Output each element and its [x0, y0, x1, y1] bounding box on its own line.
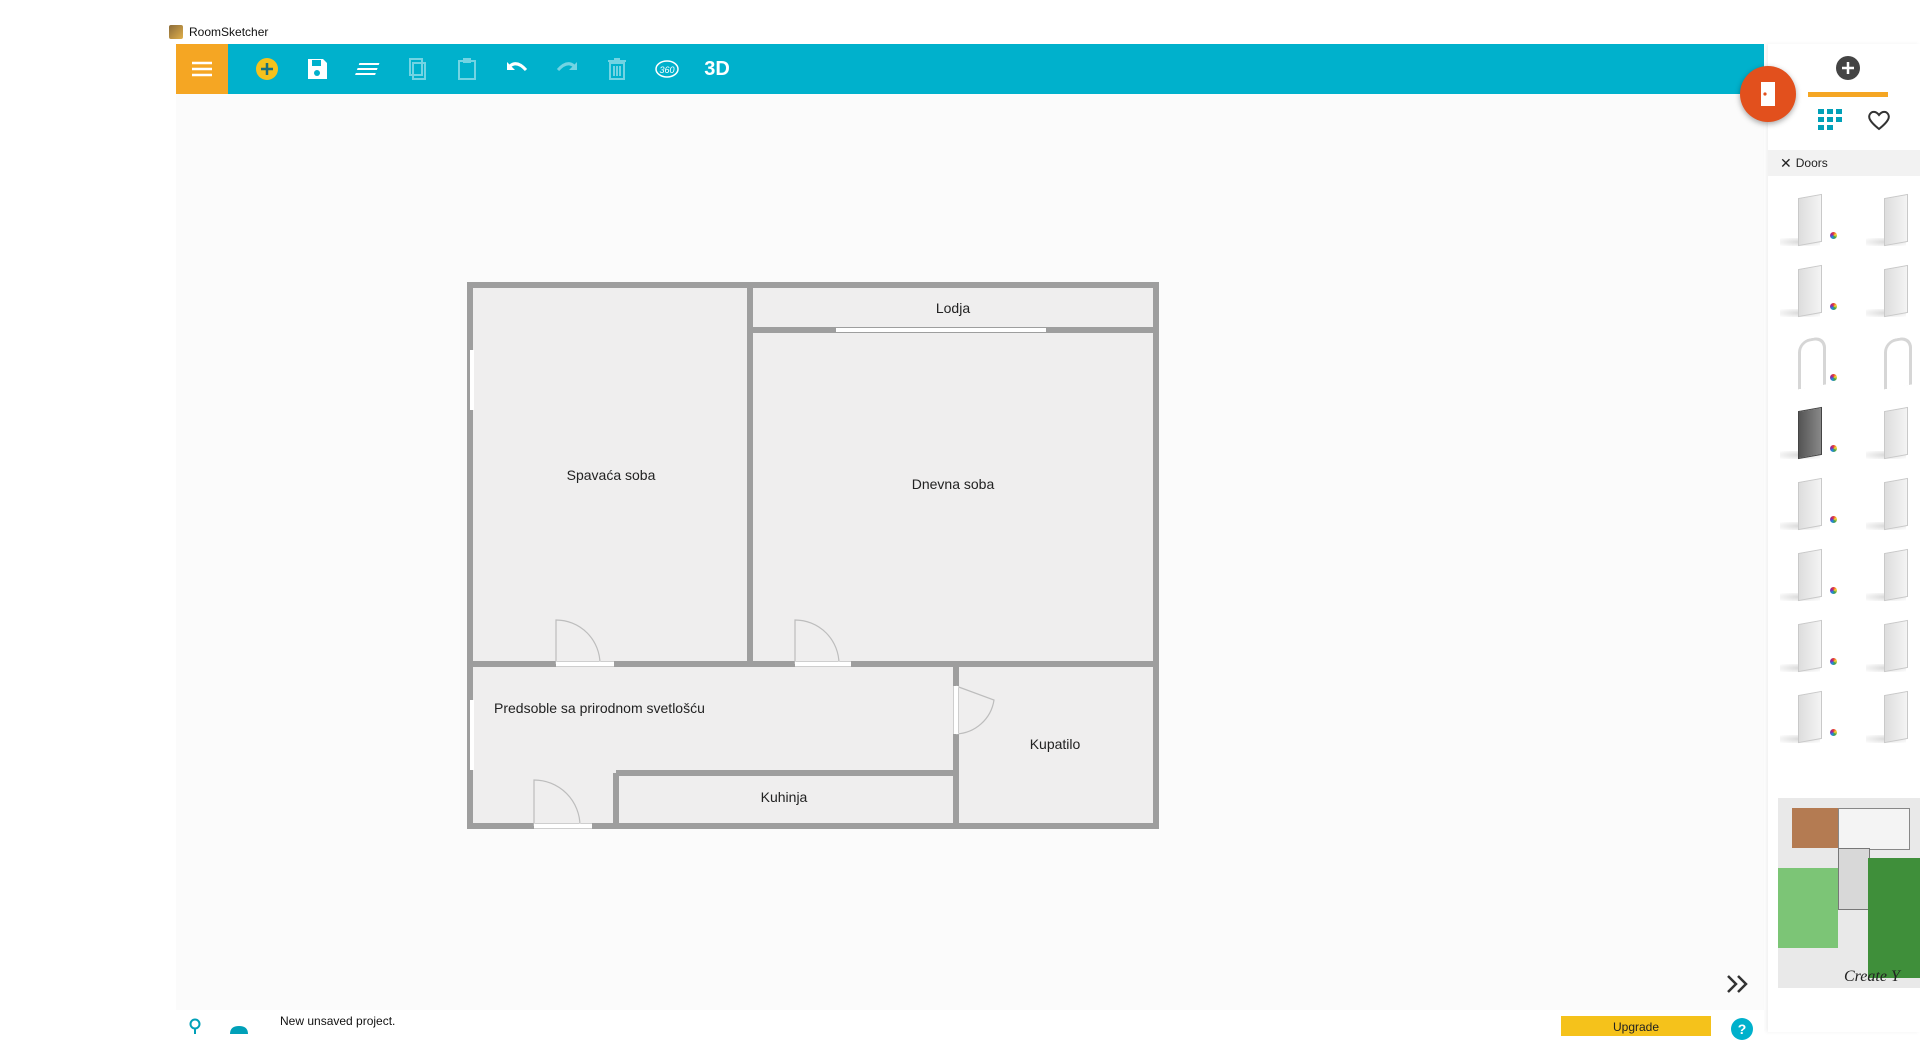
cloud-icon[interactable]	[228, 1022, 250, 1034]
preview-garden	[1778, 868, 1838, 948]
room-label-kuhinja[interactable]: Kuhinja	[761, 789, 808, 805]
filter-label: Doors	[1795, 156, 1828, 170]
redo-button[interactable]	[542, 44, 592, 94]
panel-view-icons	[1808, 102, 1920, 142]
main-toolbar: 360 3D	[176, 44, 1764, 94]
view-3d-button[interactable]: 3D	[692, 44, 742, 94]
filter-chip-doors: ✕ Doors	[1768, 150, 1920, 176]
room-label-kuhinja-text: Kuhinja	[761, 789, 808, 805]
door-item[interactable]	[1858, 545, 1920, 609]
close-icon[interactable]: ✕	[1780, 155, 1792, 172]
door-item[interactable]	[1772, 616, 1842, 680]
door-item[interactable]	[1858, 332, 1920, 396]
preview-room	[1792, 808, 1842, 848]
preview-room	[1838, 808, 1910, 850]
window-title: RoomSketcher	[189, 25, 269, 39]
paste-icon	[458, 58, 476, 80]
door-item[interactable]	[1772, 687, 1842, 751]
help-button[interactable]: ?	[1731, 1018, 1753, 1040]
door-item[interactable]	[1858, 190, 1920, 254]
room-label-lodja-text: Lodja	[936, 300, 970, 316]
preview-garden	[1868, 858, 1920, 978]
door-item[interactable]	[1772, 403, 1842, 467]
door-item[interactable]	[1858, 616, 1920, 680]
status-message: New unsaved project.	[280, 1014, 396, 1028]
right-panel: ✕ Doors Create Y	[1768, 44, 1920, 1032]
doors-category-button[interactable]	[1740, 66, 1796, 122]
door-item[interactable]	[1772, 474, 1842, 538]
app-logo-icon	[169, 25, 183, 39]
expand-panel-button[interactable]	[1722, 968, 1754, 1000]
grid-view-button[interactable]	[1818, 108, 1842, 136]
promo-caption: Create Y	[1844, 968, 1900, 985]
floorplan-canvas[interactable]	[176, 94, 1764, 1010]
room-label-dnevna-text: Dnevna soba	[912, 476, 995, 492]
room-label-spavaca[interactable]: Spavaća soba	[567, 467, 656, 483]
door-item[interactable]	[1772, 332, 1842, 396]
copy-icon	[409, 58, 426, 80]
delete-button[interactable]	[592, 44, 642, 94]
room-label-kupatilo[interactable]: Kupatilo	[1030, 736, 1081, 752]
heart-icon	[1868, 110, 1890, 130]
paste-button[interactable]	[442, 44, 492, 94]
undo-icon	[507, 62, 528, 72]
double-chevron-right-icon	[1727, 975, 1748, 993]
add-button[interactable]	[242, 44, 292, 94]
room-label-kupatilo-text: Kupatilo	[1030, 736, 1081, 752]
door-item[interactable]	[1858, 403, 1920, 467]
door-item[interactable]	[1858, 687, 1920, 751]
tab-add-items[interactable]	[1808, 44, 1888, 97]
undo-button[interactable]	[492, 44, 542, 94]
layers-icon	[355, 63, 380, 75]
grid-icon	[1818, 108, 1842, 130]
360-icon: 360	[655, 60, 679, 78]
door-item[interactable]	[1858, 474, 1920, 538]
window-titlebar: RoomSketcher	[165, 20, 1920, 44]
room-label-predsoble[interactable]: Predsoble sa prirodnom svetlošću	[494, 700, 705, 716]
plus-circle-icon	[1836, 56, 1860, 80]
hamburger-icon	[192, 61, 212, 77]
room-label-dnevna[interactable]: Dnevna soba	[912, 476, 995, 492]
hamburger-menu-button[interactable]	[176, 44, 228, 94]
view-360-button[interactable]: 360	[642, 44, 692, 94]
levels-button[interactable]	[342, 44, 392, 94]
upgrade-button[interactable]: Upgrade	[1561, 1016, 1711, 1036]
door-item[interactable]	[1858, 261, 1920, 325]
save-icon	[308, 59, 327, 79]
door-icon	[1761, 82, 1775, 106]
room-label-predsoble-text: Predsoble sa prirodnom svetlošću	[494, 700, 705, 716]
plus-circle-icon	[256, 58, 278, 80]
view-360-label: 360	[659, 65, 674, 75]
door-item[interactable]	[1772, 261, 1842, 325]
favorites-button[interactable]	[1866, 108, 1892, 137]
room-label-spavaca-text: Spavaća soba	[567, 467, 656, 483]
door-item[interactable]	[1772, 545, 1842, 609]
door-catalog-grid	[1768, 180, 1920, 826]
copy-button[interactable]	[392, 44, 442, 94]
statusbar: New unsaved project. Upgrade ?	[176, 1010, 1764, 1040]
promo-preview[interactable]: Create Y	[1778, 798, 1920, 988]
room-label-lodja[interactable]: Lodja	[936, 300, 970, 316]
save-button[interactable]	[292, 44, 342, 94]
trash-icon	[608, 58, 626, 80]
redo-icon	[556, 62, 577, 72]
door-item[interactable]	[1772, 190, 1842, 254]
preview-room	[1838, 848, 1870, 910]
